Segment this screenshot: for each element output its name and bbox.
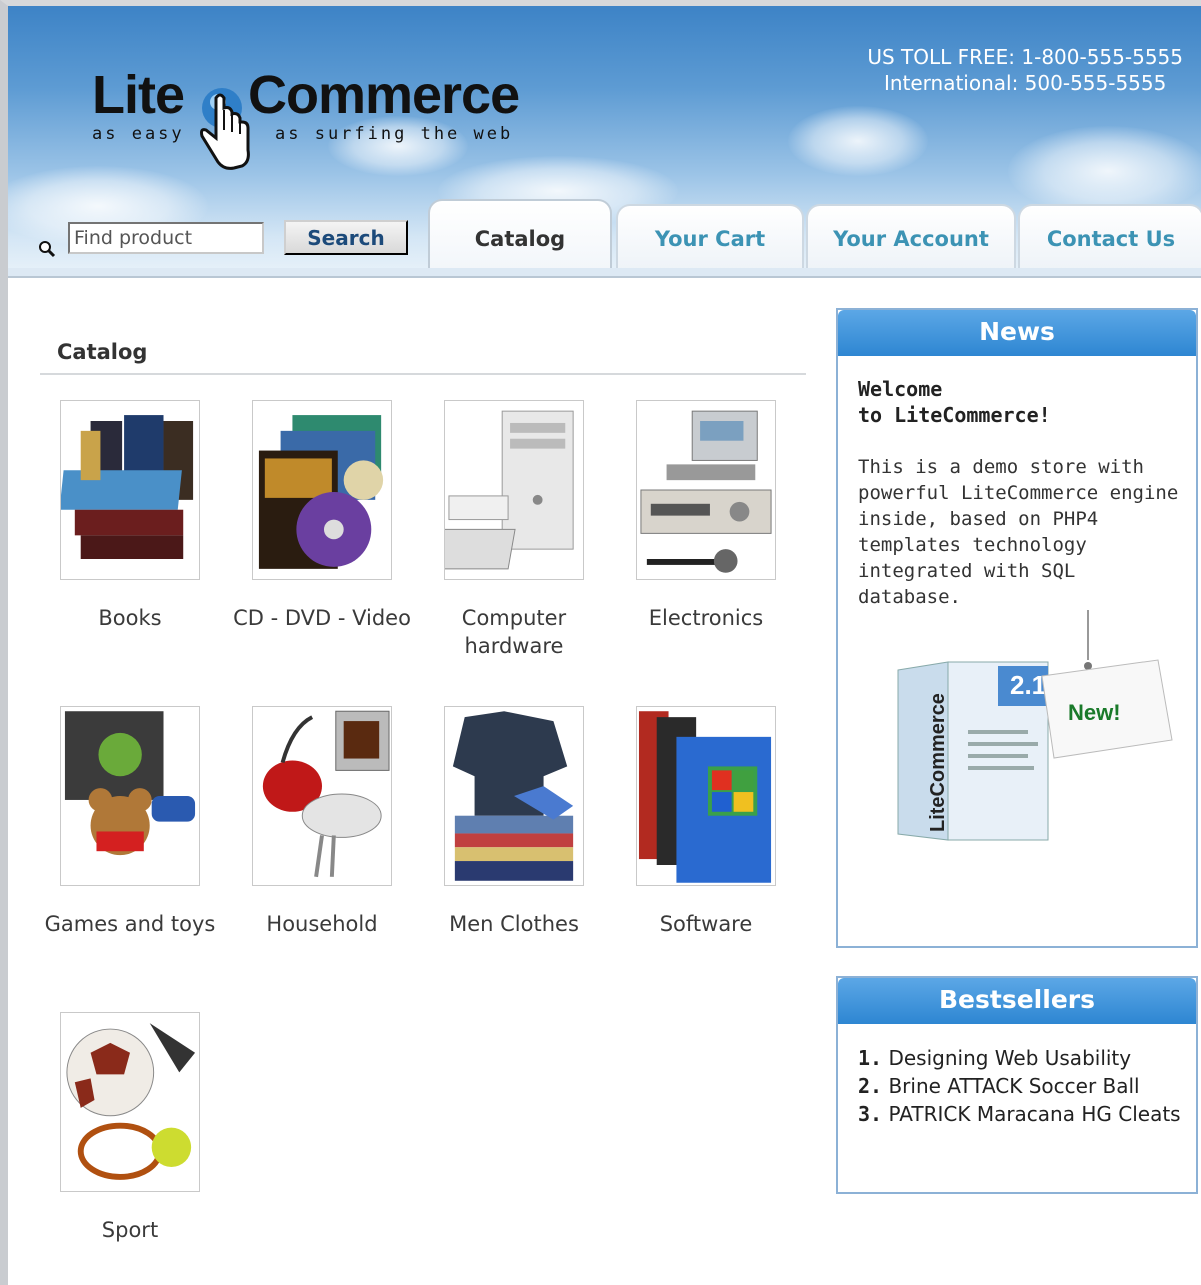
bestseller-item[interactable]: 2. Brine ATTACK Soccer Ball — [858, 1072, 1188, 1100]
sport-image — [60, 1012, 200, 1192]
software-image — [636, 706, 776, 886]
promo-new-badge: New! — [1068, 700, 1121, 725]
category-software[interactable]: Software — [616, 706, 796, 938]
logo-word-lite: Lite — [92, 65, 185, 125]
news-panel: News Welcome to LiteCommerce! This is a … — [836, 308, 1198, 948]
category-sport[interactable]: Sport — [40, 1012, 220, 1244]
news-body: This is a demo store with powerful LiteC… — [858, 456, 1179, 608]
logo-tagline-right: as surfing the web — [275, 124, 514, 144]
news-title-line: to LiteCommerce! — [858, 403, 1051, 427]
bestseller-link[interactable]: Designing Web Usability — [888, 1046, 1131, 1070]
category-household[interactable]: Household — [232, 706, 412, 938]
bestsellers-heading: Bestsellers — [838, 978, 1196, 1024]
search-input[interactable] — [68, 222, 264, 254]
bestsellers-list: 1. Designing Web Usability 2. Brine ATTA… — [858, 1044, 1188, 1128]
games-toys-image — [60, 706, 200, 886]
magnifier-icon — [39, 241, 56, 258]
site-header: Lite Commerce as easy as surfing the web… — [8, 6, 1201, 278]
category-label: Men Clothes — [449, 912, 579, 936]
category-books[interactable]: Books — [40, 400, 220, 632]
international-phone: International: 500-555-5555 — [883, 71, 1167, 95]
bestseller-number: 3. — [858, 1102, 883, 1126]
bestseller-link[interactable]: Brine ATTACK Soccer Ball — [888, 1074, 1139, 1098]
category-label: Sport — [101, 1218, 159, 1242]
tab-your-cart[interactable]: Your Cart — [616, 204, 804, 270]
tab-catalog[interactable]: Catalog — [428, 199, 612, 272]
promo-box-brand-text: LiteCommerce — [927, 693, 949, 832]
category-label: Software — [659, 912, 753, 936]
promo-version-text: 2.1 — [1010, 670, 1046, 700]
site-logo[interactable]: Lite Commerce as easy as surfing the web — [90, 58, 520, 183]
category-label: Computer hardware — [461, 606, 567, 658]
category-cd-dvd-video[interactable]: CD - DVD - Video — [232, 400, 412, 632]
men-clothes-image — [444, 706, 584, 886]
pointing-hand-icon — [200, 88, 250, 170]
category-label: CD - DVD - Video — [233, 606, 411, 630]
bestseller-item[interactable]: 3. PATRICK Maracana HG Cleats — [858, 1100, 1188, 1128]
header-divider — [8, 268, 1201, 278]
bestseller-item[interactable]: 1. Designing Web Usability — [858, 1044, 1188, 1072]
phone-numbers: US TOLL FREE: 1-800-555-5555 Internation… — [867, 44, 1183, 96]
cloud-decoration — [1008, 126, 1201, 216]
news-heading: News — [838, 310, 1196, 356]
search-button[interactable]: Search — [284, 220, 408, 255]
news-title-line: Welcome — [858, 377, 943, 401]
category-label: Books — [98, 606, 162, 630]
tab-contact-us[interactable]: Contact Us — [1018, 204, 1201, 270]
bestseller-link[interactable]: PATRICK Maracana HG Cleats — [888, 1102, 1180, 1126]
bestseller-number: 2. — [858, 1074, 883, 1098]
litecommerce-box-promo-image[interactable]: 2.1 LiteCommerce New! — [878, 610, 1178, 870]
books-image — [60, 400, 200, 580]
category-label: Games and toys — [44, 912, 216, 936]
toll-free-phone: US TOLL FREE: 1-800-555-5555 — [867, 45, 1183, 69]
logo-word-commerce: Commerce — [248, 65, 520, 125]
category-label: Household — [266, 912, 378, 936]
catalog-divider — [40, 373, 806, 375]
computer-hardware-image — [444, 400, 584, 580]
news-title: Welcome to LiteCommerce! — [858, 376, 1051, 428]
cloud-decoration — [788, 106, 928, 176]
catalog-heading: Catalog — [57, 340, 148, 364]
household-image — [252, 706, 392, 886]
tab-your-account[interactable]: Your Account — [806, 204, 1016, 270]
category-label: Electronics — [648, 606, 764, 630]
category-computer-hardware[interactable]: Computer hardware — [424, 400, 604, 660]
category-electronics[interactable]: Electronics — [616, 400, 796, 632]
electronics-image — [636, 400, 776, 580]
category-games-and-toys[interactable]: Games and toys — [40, 706, 220, 938]
cd-dvd-video-image — [252, 400, 392, 580]
bestsellers-panel: Bestsellers 1. Designing Web Usability 2… — [836, 976, 1198, 1194]
logo-tagline-left: as easy — [92, 124, 185, 144]
category-men-clothes[interactable]: Men Clothes — [424, 706, 604, 938]
bestseller-number: 1. — [858, 1046, 883, 1070]
